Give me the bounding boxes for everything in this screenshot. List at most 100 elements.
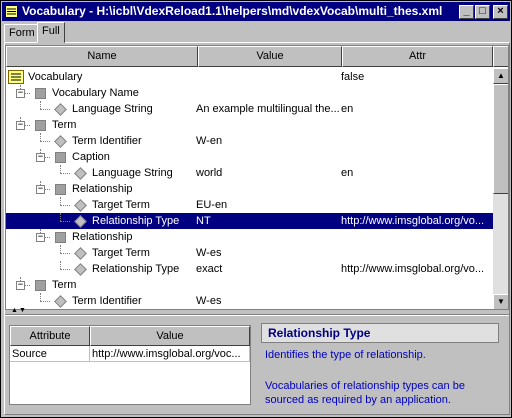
scroll-down-icon[interactable]: ▼ <box>493 294 508 309</box>
row-value[interactable]: W-es <box>196 245 340 261</box>
leaf-node-icon <box>54 295 67 308</box>
row-value[interactable]: W-en <box>196 133 340 149</box>
row-value[interactable]: exact <box>196 261 340 277</box>
scroll-up-icon[interactable]: ▲ <box>493 68 508 84</box>
title-bar[interactable]: Vocabulary - H:\icbl\VdexReload1.1\helpe… <box>2 2 510 21</box>
tree-vertical-scrollbar[interactable]: ▲ ▼ <box>493 68 508 309</box>
row-attr[interactable]: http://www.imsglobal.org/vo... <box>341 261 491 277</box>
row-name: Term Identifier <box>72 295 142 307</box>
row-name: Language String <box>72 103 153 115</box>
tree-connector <box>60 221 70 222</box>
splitter-down-icon[interactable]: ▼ <box>19 307 26 314</box>
tree-row[interactable]: Language String world en <box>6 165 493 181</box>
tree-connector <box>60 173 70 174</box>
row-attr[interactable]: false <box>341 69 491 85</box>
row-attr[interactable]: http://www.imsglobal.org/vo... <box>341 213 491 229</box>
window-title: Vocabulary - H:\icbl\VdexReload1.1\helpe… <box>22 4 443 18</box>
collapse-icon[interactable]: − <box>16 89 25 98</box>
row-name: Relationship <box>72 231 133 243</box>
leaf-node-icon <box>74 199 87 212</box>
tree-connector <box>40 109 50 110</box>
row-name: Vocabulary Name <box>52 87 139 99</box>
help-line: Identifies the type of relationship. <box>265 349 426 361</box>
tree-connector <box>60 245 61 253</box>
row-name: Vocabulary <box>28 71 83 83</box>
attr-header-attribute[interactable]: Attribute <box>10 326 90 346</box>
element-tree-table[interactable]: Name Value Attr Vocabulary false − Vocabula… <box>5 45 509 310</box>
tree-connector <box>40 141 50 142</box>
tree-row[interactable]: Relationship Type NT http://www.imsglobal.… <box>6 213 493 229</box>
tree-row[interactable]: − Relationship <box>6 229 493 245</box>
splitter-up-icon[interactable]: ▲ <box>11 307 18 314</box>
element-node-icon <box>35 88 46 99</box>
close-button[interactable]: × <box>493 5 508 19</box>
tree-connector <box>60 213 61 221</box>
help-panel: Relationship Type Identifies the type of… <box>261 323 499 407</box>
collapse-icon[interactable]: − <box>36 185 45 194</box>
application-window: Vocabulary - H:\icbl\VdexReload1.1\helpe… <box>0 0 512 418</box>
tree-connector <box>60 165 61 173</box>
row-value[interactable]: An example multilingual the... <box>196 101 340 117</box>
tree-row[interactable]: Relationship Type exact http://www.imsglob… <box>6 261 493 277</box>
row-value[interactable]: EU-en <box>196 197 340 213</box>
row-name: Caption <box>72 151 110 163</box>
tree-connector <box>60 253 70 254</box>
tree-connector <box>60 205 70 206</box>
tree-connector <box>60 261 61 269</box>
vocabulary-icon <box>8 70 24 84</box>
splitter-line <box>5 314 509 316</box>
tree-connector <box>40 101 41 109</box>
tab-full[interactable]: Full <box>37 22 65 43</box>
minimize-button[interactable]: _ <box>459 5 474 19</box>
row-value[interactable]: world <box>196 165 340 181</box>
row-name: Target Term <box>92 247 150 259</box>
tree-row[interactable]: − Caption <box>6 149 493 165</box>
collapse-icon[interactable]: − <box>36 233 45 242</box>
collapse-icon[interactable]: − <box>16 281 25 290</box>
tree-connector <box>60 269 70 270</box>
tree-row[interactable]: Language String An example multilingual t… <box>6 101 493 117</box>
help-title: Relationship Type <box>261 323 499 343</box>
element-node-icon <box>35 280 46 291</box>
element-node-icon <box>35 120 46 131</box>
tree-row[interactable]: − Relationship <box>6 181 493 197</box>
tree-row[interactable]: Target Term EU-en <box>6 197 493 213</box>
tree-row[interactable]: Term Identifier W-es <box>6 293 493 309</box>
attr-cell-value[interactable]: http://www.imsglobal.org/voc... <box>90 346 250 362</box>
attr-header-value[interactable]: Value <box>90 326 250 346</box>
leaf-node-icon <box>54 103 67 116</box>
tree-row[interactable]: − Term <box>6 277 493 293</box>
column-header-value[interactable]: Value <box>198 46 342 67</box>
tree-row[interactable]: Target Term W-es <box>6 245 493 261</box>
app-icon <box>5 5 18 18</box>
tree-row[interactable]: Term Identifier W-en <box>6 133 493 149</box>
column-header-name[interactable]: Name <box>6 46 198 67</box>
scroll-thumb[interactable] <box>493 84 508 194</box>
tree-connector <box>60 197 61 205</box>
tree-connector <box>40 301 50 302</box>
collapse-icon[interactable]: − <box>36 153 45 162</box>
tree-row[interactable]: − Term <box>6 117 493 133</box>
row-attr[interactable]: en <box>341 101 491 117</box>
row-name: Relationship <box>72 183 133 195</box>
tab-form[interactable]: Form <box>4 24 40 42</box>
attr-cell-name[interactable]: Source <box>10 346 90 362</box>
maximize-button[interactable]: □ <box>475 5 490 19</box>
row-value[interactable]: NT <box>196 213 340 229</box>
collapse-icon[interactable]: − <box>16 121 25 130</box>
row-name: Term Identifier <box>72 135 142 147</box>
tree-row[interactable]: Vocabulary false <box>6 69 493 85</box>
help-line: Vocabularies of relationship types can b… <box>265 380 465 392</box>
leaf-node-icon <box>54 135 67 148</box>
row-attr[interactable]: en <box>341 165 491 181</box>
row-name: Relationship Type <box>92 215 180 227</box>
help-line: sourced as required by an application. <box>265 394 451 406</box>
row-value[interactable]: W-es <box>196 293 340 309</box>
row-name: Target Term <box>92 199 150 211</box>
tree-row[interactable]: − Vocabulary Name <box>6 85 493 101</box>
element-node-icon <box>55 152 66 163</box>
leaf-node-icon <box>74 215 87 228</box>
pane-splitter[interactable]: ▲ ▼ <box>5 307 509 318</box>
attribute-table[interactable]: Attribute Value Source http://www.imsglo… <box>9 325 251 405</box>
column-header-attr[interactable]: Attr <box>342 46 493 67</box>
